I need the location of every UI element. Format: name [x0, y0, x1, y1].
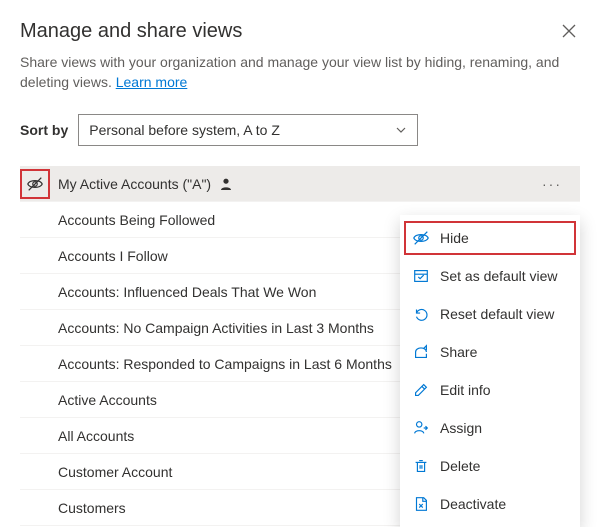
sortby-label: Sort by — [20, 122, 68, 138]
menu-item-label: Set as default view — [440, 268, 558, 284]
eye-hidden-icon — [26, 175, 44, 193]
view-label: Accounts Being Followed — [58, 212, 215, 228]
close-button[interactable] — [558, 20, 580, 42]
page-title: Manage and share views — [20, 20, 242, 43]
edit-icon — [412, 381, 430, 399]
hidden-indicator-highlight — [20, 169, 50, 199]
view-label: My Active Accounts ("A") — [58, 176, 211, 192]
view-label: Accounts I Follow — [58, 248, 168, 264]
eye-hidden-icon — [412, 229, 430, 247]
menu-item-hide[interactable]: Hide — [400, 219, 580, 257]
menu-item-label: Delete — [440, 458, 480, 474]
chevron-down-icon — [395, 124, 407, 136]
menu-item-set-default[interactable]: Set as default view — [400, 257, 580, 295]
subtitle-pretext: Share views with your organization and m… — [20, 54, 559, 90]
menu-item-deactivate[interactable]: Deactivate — [400, 485, 580, 523]
menu-item-share[interactable]: Share — [400, 333, 580, 371]
view-label: Customers — [58, 500, 126, 516]
menu-item-label: Deactivate — [440, 496, 506, 512]
close-icon — [562, 24, 576, 38]
view-row[interactable]: My Active Accounts ("A") ··· — [20, 166, 580, 202]
view-label: Accounts: Responded to Campaigns in Last… — [58, 356, 392, 372]
menu-item-assign[interactable]: Assign — [400, 409, 580, 447]
default-view-icon — [412, 267, 430, 285]
deactivate-icon — [412, 495, 430, 513]
delete-icon — [412, 457, 430, 475]
menu-item-label: Hide — [440, 230, 469, 246]
menu-item-label: Edit info — [440, 382, 491, 398]
menu-item-label: Share — [440, 344, 477, 360]
menu-item-reset-default[interactable]: Reset default view — [400, 295, 580, 333]
view-label: Accounts: Influenced Deals That We Won — [58, 284, 316, 300]
share-icon — [412, 343, 430, 361]
view-label: All Accounts — [58, 428, 134, 444]
view-label: Active Accounts — [58, 392, 157, 408]
context-menu: Hide Set as default view Reset default v… — [400, 215, 580, 527]
menu-item-label: Assign — [440, 420, 482, 436]
subtitle-text: Share views with your organization and m… — [20, 53, 580, 92]
menu-item-edit-info[interactable]: Edit info — [400, 371, 580, 409]
view-label: Customer Account — [58, 464, 172, 480]
assign-icon — [412, 419, 430, 437]
person-icon — [219, 177, 233, 191]
undo-icon — [412, 305, 430, 323]
menu-item-delete[interactable]: Delete — [400, 447, 580, 485]
sortby-selected-value: Personal before system, A to Z — [89, 122, 280, 138]
menu-item-label: Reset default view — [440, 306, 554, 322]
sortby-select[interactable]: Personal before system, A to Z — [78, 114, 418, 146]
view-label: Accounts: No Campaign Activities in Last… — [58, 320, 374, 336]
learn-more-link[interactable]: Learn more — [116, 74, 188, 90]
more-actions-button[interactable]: ··· — [538, 172, 566, 196]
